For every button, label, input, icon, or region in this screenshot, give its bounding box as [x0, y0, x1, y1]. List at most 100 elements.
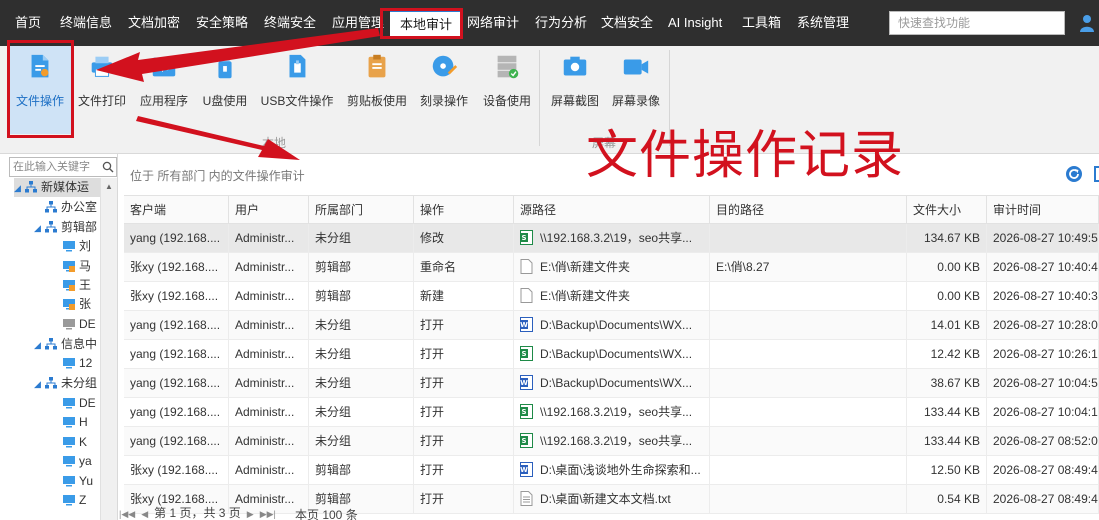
cell-dept: 剪辑部 [309, 282, 414, 310]
computer-icon [63, 241, 75, 252]
nav-tab-1[interactable]: 首页 [15, 14, 41, 32]
ribbon-toolbar: 本地 屏幕 文件操作 文件打印 </> 应用程序 U盘使用 USB文件操作 剪贴板使用 刻录操… [0, 46, 1099, 154]
panel-toggle-icon[interactable] [1094, 166, 1099, 182]
ribbon-button-label: 文件打印 [77, 94, 126, 108]
source-path: D:\桌面\新建文本文档.txt [540, 492, 671, 506]
first-page-icon[interactable]: |◀◀ [119, 509, 135, 519]
column-header[interactable]: 操作 [414, 196, 514, 224]
column-header[interactable]: 源路径 [514, 196, 710, 224]
tree-node[interactable]: ◢ 新媒体运 [14, 178, 100, 197]
tree-node-label: Yu [79, 474, 94, 488]
refresh-icon[interactable] [1065, 165, 1083, 183]
ribbon-button-8[interactable]: 设备使用 [478, 46, 536, 134]
nav-tab-5[interactable]: 终端安全 [264, 14, 316, 32]
tree-node[interactable]: ya [62, 452, 92, 471]
cell-time: 2026-08-27 10:49:5 [987, 224, 1099, 252]
nav-tab-6[interactable]: 应用管理 [332, 14, 384, 32]
tree-node[interactable]: 张 [62, 295, 91, 314]
column-header[interactable]: 所属部门 [309, 196, 414, 224]
ribbon-button-3[interactable]: </> 应用程序 [136, 46, 192, 134]
tree-node[interactable]: ◢ 剪辑部 [34, 218, 97, 237]
tree-node[interactable]: Z [62, 491, 86, 510]
scroll-up-arrow-icon[interactable]: ▲ [105, 182, 113, 191]
table-row[interactable]: yang (192.168.... Administr... 未分组 修改 S \\192… [124, 224, 1099, 253]
nav-tab-10[interactable]: 文档安全 [601, 14, 653, 32]
tree-node[interactable]: DE [62, 315, 96, 334]
cell-dst [710, 282, 907, 310]
ribbon-button-7[interactable]: 刻录操作 [416, 46, 472, 134]
table-row[interactable]: 张xy (192.168.... Administr... 剪辑部 新建 E:\俏\新建… [124, 282, 1099, 311]
tree-node[interactable]: ◢ 信息中 [34, 335, 97, 354]
cell-size: 38.67 KB [907, 369, 987, 397]
cell-dept: 未分组 [309, 398, 414, 426]
cell-src: S D:\Backup\Documents\WX... [514, 340, 710, 368]
tree-search-input[interactable]: 在此输入关键字 [9, 157, 117, 177]
computer-icon [63, 476, 75, 487]
nav-tab-13[interactable]: 系统管理 [797, 14, 849, 32]
ribbon-button-4[interactable]: U盘使用 [196, 46, 254, 134]
search-icon[interactable] [102, 161, 114, 173]
tree-node[interactable]: DE [62, 394, 96, 413]
tree-node[interactable]: 王 [62, 276, 91, 295]
breadcrumb: 位于 所有部门 内的文件操作审计 [130, 169, 305, 183]
nav-tab-2[interactable]: 终端信息 [60, 14, 112, 32]
user-icon[interactable] [1079, 14, 1095, 32]
tree-node[interactable]: ◢ 未分组 [34, 374, 97, 393]
excel-file-icon: S [520, 230, 533, 245]
tree-node[interactable]: 刘 [62, 237, 91, 256]
cell-time: 2026-08-27 08:52:0 [987, 427, 1099, 455]
tree-node[interactable]: K [62, 433, 87, 452]
table-row[interactable]: yang (192.168.... Administr... 未分组 打开 S \\192… [124, 427, 1099, 456]
tree-search-placeholder: 在此输入关键字 [13, 161, 90, 173]
nav-tab-4[interactable]: 安全策略 [196, 14, 248, 32]
nav-tab-3[interactable]: 文档加密 [128, 14, 180, 32]
column-header[interactable]: 客户端 [124, 196, 229, 224]
cell-client: 张xy (192.168.... [124, 282, 229, 310]
computer-offline-icon [63, 319, 75, 330]
ribbon-button-5[interactable]: USB文件操作 [256, 46, 338, 134]
tree-scrollbar[interactable]: ▲ [100, 178, 117, 520]
nav-tab-9[interactable]: 行为分析 [535, 14, 587, 32]
computer-icon [63, 437, 75, 448]
cell-op: 修改 [414, 224, 514, 252]
prev-page-icon[interactable]: ◀ [141, 509, 148, 519]
cell-client: yang (192.168.... [124, 369, 229, 397]
table-row[interactable]: yang (192.168.... Administr... 未分组 打开 S D:\Ba… [124, 340, 1099, 369]
nav-tab-11[interactable]: AI Insight [668, 14, 722, 32]
last-page-icon[interactable]: ▶▶| [260, 509, 276, 519]
cell-user: Administr... [229, 456, 309, 484]
source-path: E:\俏\新建文件夹 [540, 289, 631, 303]
cell-client: 张xy (192.168.... [124, 456, 229, 484]
column-header[interactable]: 文件大小 [907, 196, 987, 224]
ribbon-button-6[interactable]: 剪贴板使用 [342, 46, 412, 134]
tree-node[interactable]: 办公室 [34, 198, 97, 217]
quick-search-input[interactable]: 快速查找功能 [889, 11, 1065, 35]
table-row[interactable]: yang (192.168.... Administr... 未分组 打开 W D:\Ba… [124, 311, 1099, 340]
cell-user: Administr... [229, 369, 309, 397]
nav-tab-12[interactable]: 工具箱 [742, 14, 781, 32]
ribbon-button-label: USB文件操作 [260, 94, 334, 108]
column-header[interactable]: 用户 [229, 196, 309, 224]
table-row[interactable]: 张xy (192.168.... Administr... 剪辑部 重命名 E:\俏\新… [124, 253, 1099, 282]
tree-toggle-icon[interactable]: ◢ [34, 375, 44, 394]
tree-node[interactable]: 12 [62, 354, 92, 373]
tree-node[interactable]: 马 [62, 257, 91, 276]
cell-user: Administr... [229, 398, 309, 426]
cell-dept: 未分组 [309, 224, 414, 252]
tree-node-label: 办公室 [61, 200, 98, 214]
nav-tab-8[interactable]: 网络审计 [467, 14, 519, 32]
tree-node[interactable]: H [62, 413, 88, 432]
tree-node-label: ya [79, 454, 92, 468]
column-header[interactable]: 审计时间 [987, 196, 1099, 224]
cell-dept: 剪辑部 [309, 253, 414, 281]
column-header[interactable]: 目的路径 [710, 196, 907, 224]
table-row[interactable]: yang (192.168.... Administr... 未分组 打开 S \\192… [124, 398, 1099, 427]
tree-node[interactable]: Yu [62, 472, 93, 491]
next-page-icon[interactable]: ▶ [247, 509, 254, 519]
tree-toggle-icon[interactable]: ◢ [14, 179, 24, 198]
ribbon-button-2[interactable]: 文件打印 [76, 46, 128, 134]
tree-toggle-icon[interactable]: ◢ [34, 336, 44, 355]
tree-toggle-icon[interactable]: ◢ [34, 219, 44, 238]
table-row[interactable]: 张xy (192.168.... Administr... 剪辑部 打开 W D:\桌面\… [124, 456, 1099, 485]
table-row[interactable]: yang (192.168.... Administr... 未分组 打开 W D:\Ba… [124, 369, 1099, 398]
